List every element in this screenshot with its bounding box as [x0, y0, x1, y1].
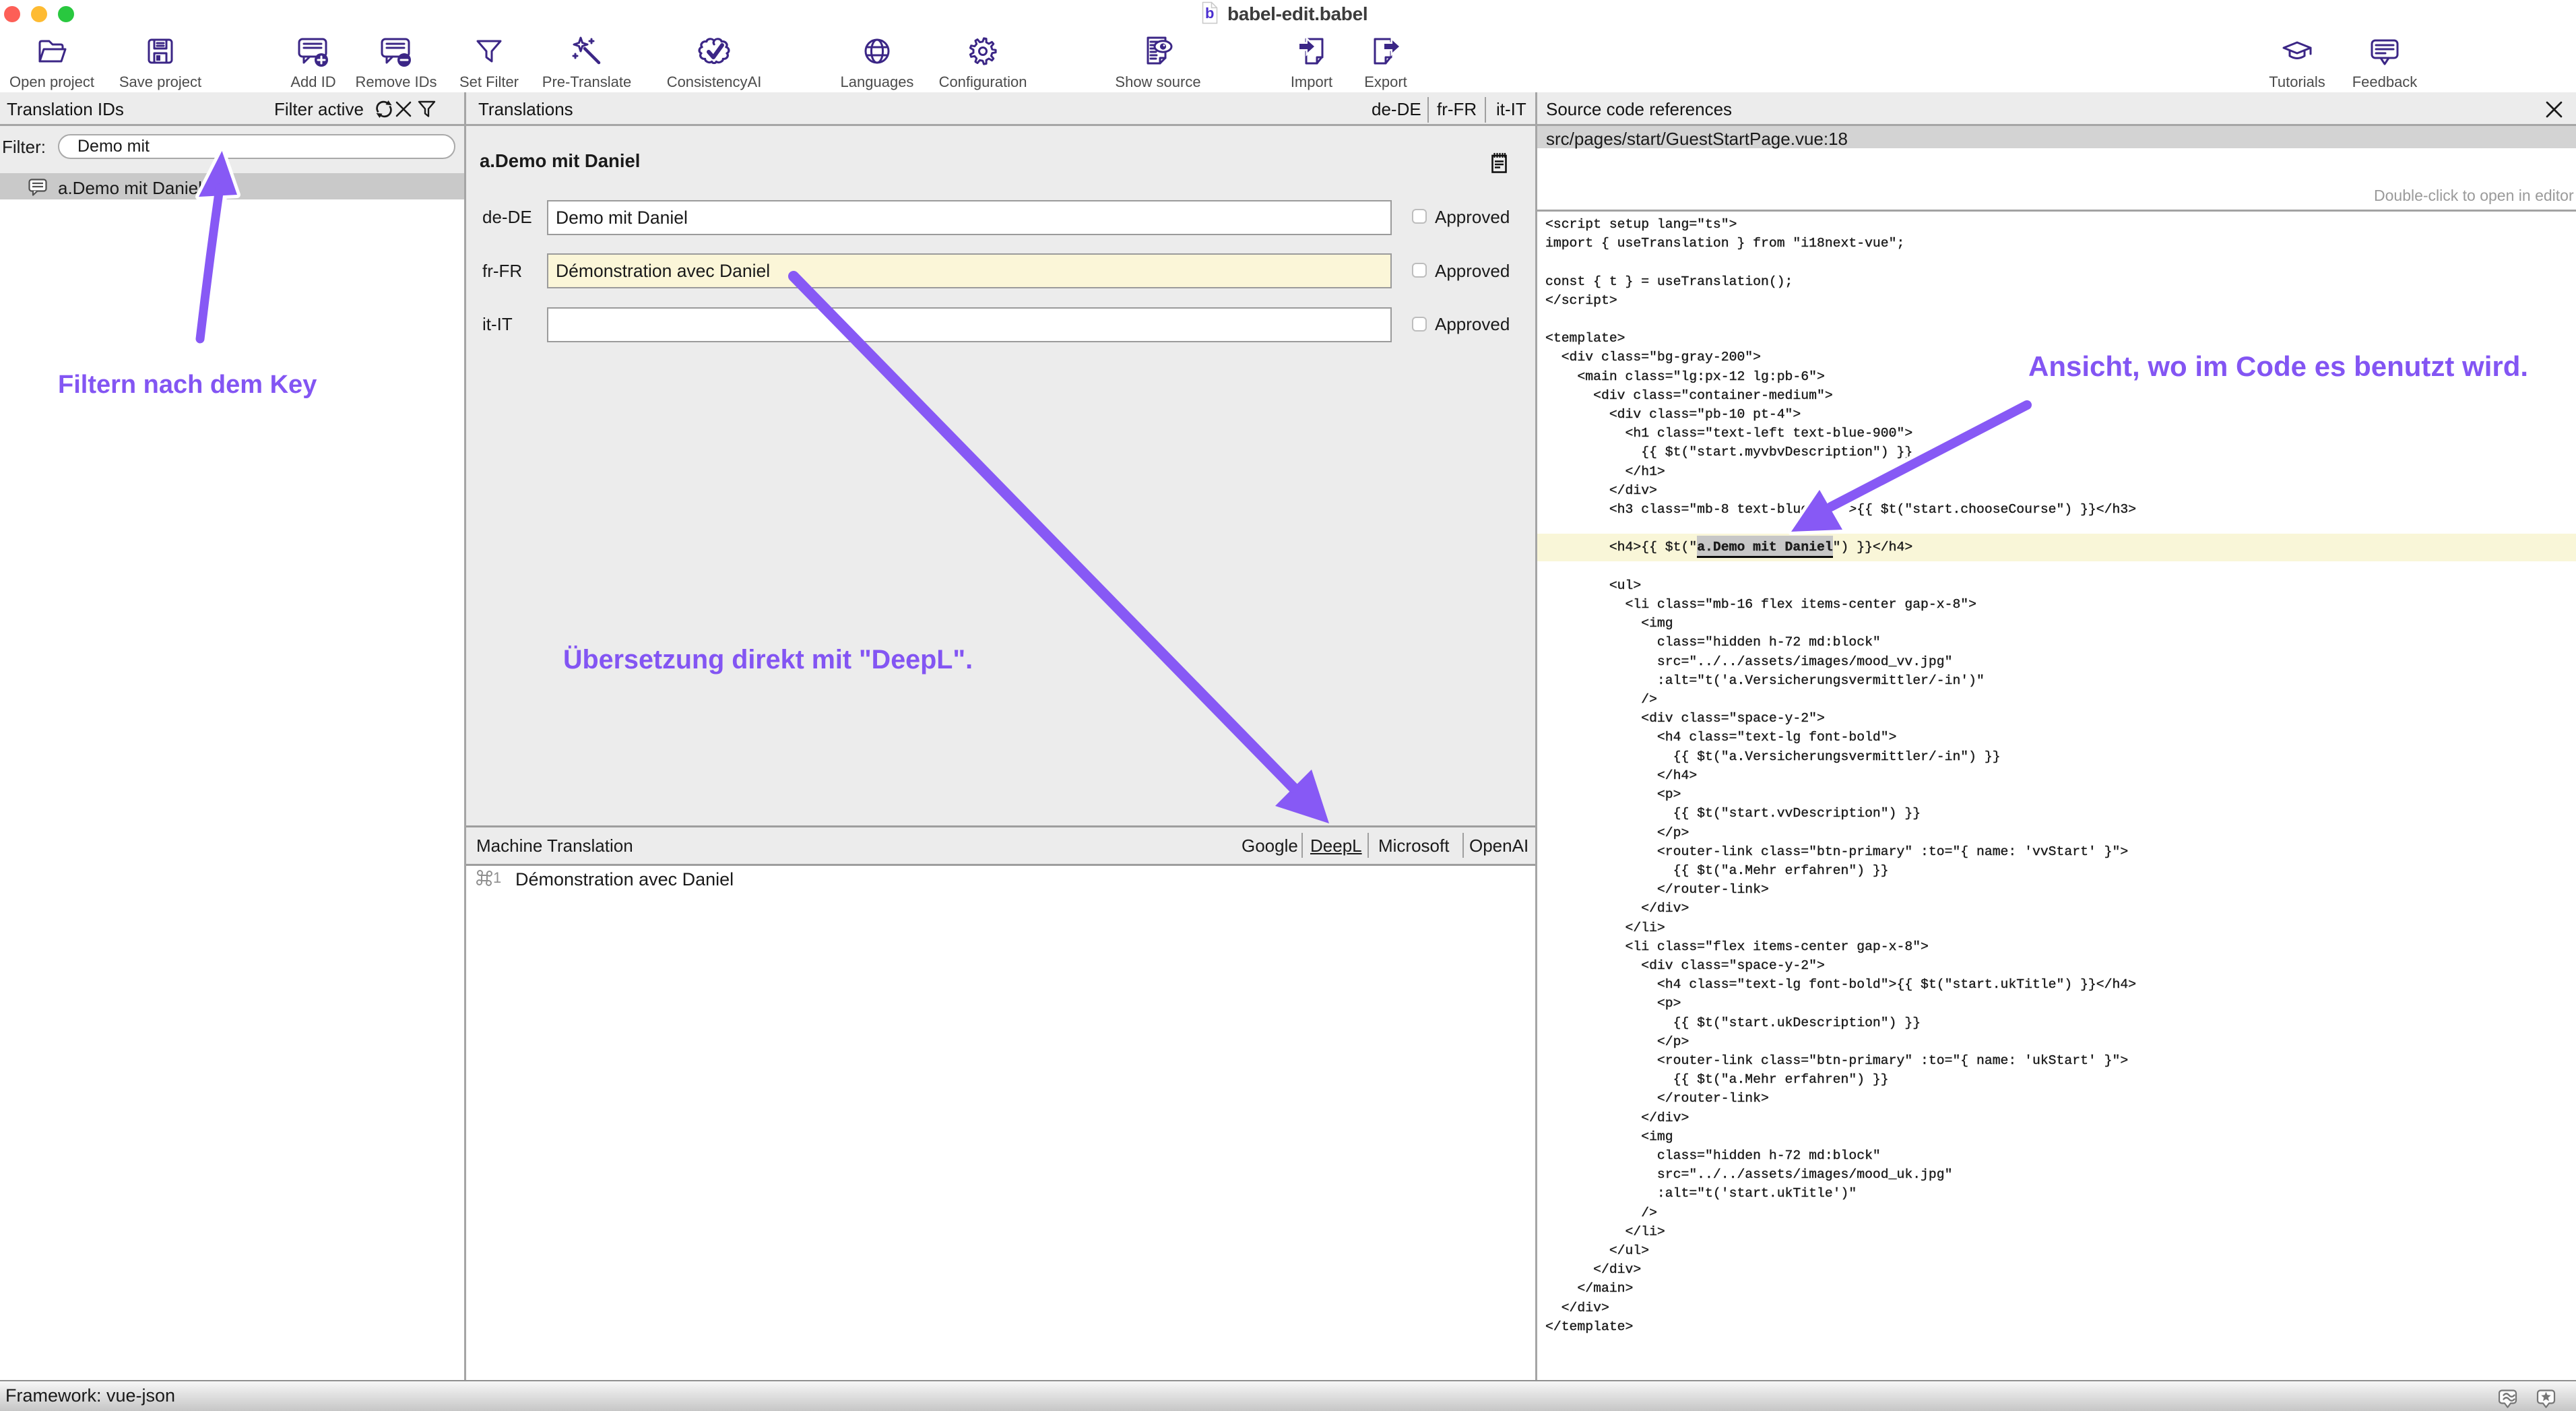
svg-text:b: b: [1205, 5, 1214, 22]
svg-text:1: 1: [493, 869, 501, 886]
